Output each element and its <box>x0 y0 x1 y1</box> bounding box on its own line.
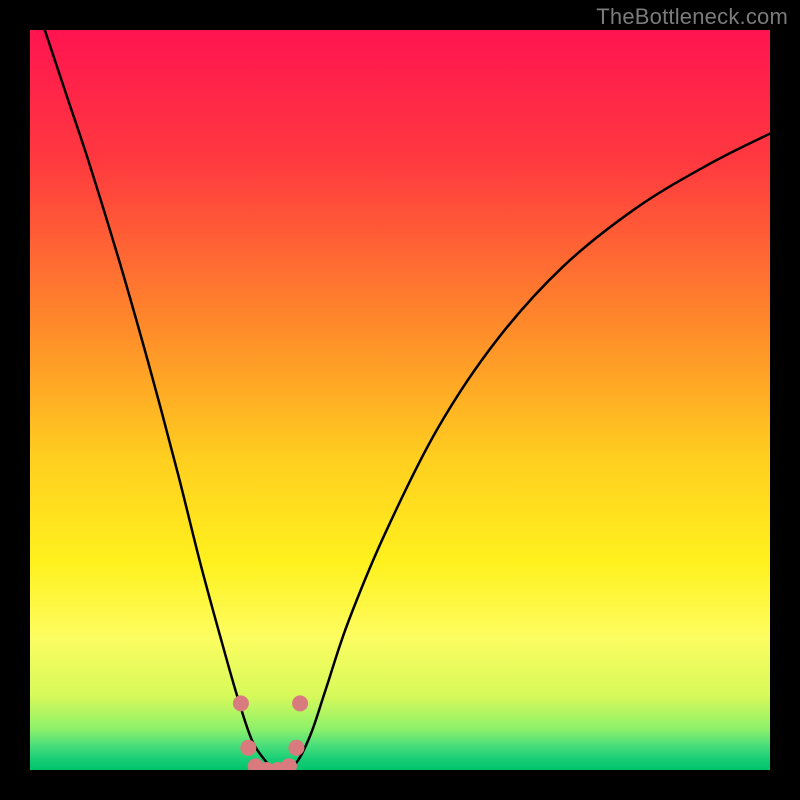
scatter-point <box>240 740 256 756</box>
curve-layer <box>30 30 770 770</box>
scatter-point <box>288 740 304 756</box>
scatter-point <box>281 758 297 770</box>
watermark-text: TheBottleneck.com <box>596 4 788 30</box>
scatter-point <box>233 695 249 711</box>
scatter-point <box>292 695 308 711</box>
plot-area <box>30 30 770 770</box>
chart-frame: TheBottleneck.com <box>0 0 800 800</box>
bottleneck-curve <box>45 30 770 770</box>
scatter-points <box>233 695 308 770</box>
